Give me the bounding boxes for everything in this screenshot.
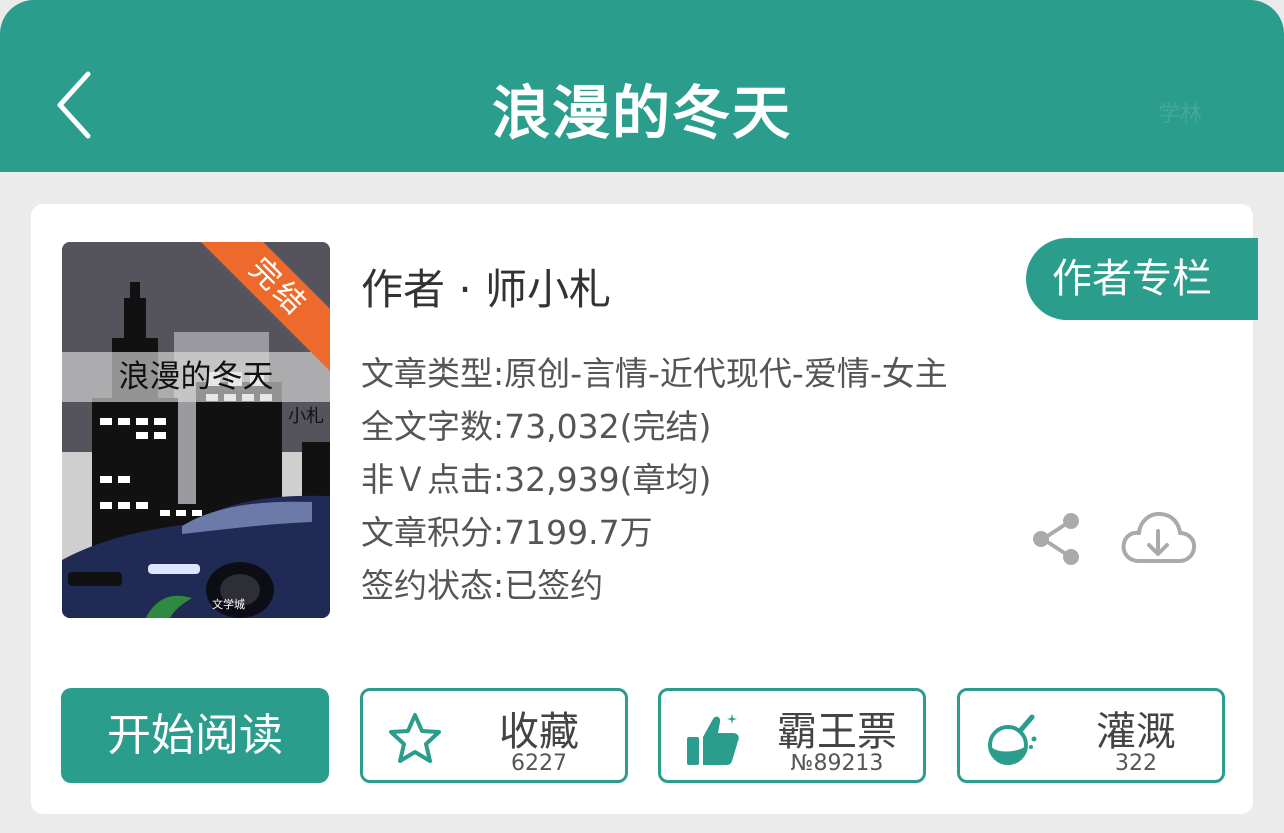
nutrient-count: 322 [1115,751,1157,776]
author-name[interactable]: 作者 · 师小札 [361,256,611,317]
flask-icon [988,714,1037,765]
favorite-button[interactable]: 收藏 6227 [360,688,628,783]
ticket-button[interactable]: 霸王票 №89213 [658,688,926,783]
cover-watermark: 文学城 [212,598,245,611]
nutrient-label: 灌溉 [1096,709,1176,755]
book-cover[interactable]: 浪漫的冬天 小札 完结 文学城 [62,242,330,618]
cover-author: 小札 [288,406,324,427]
favorite-label: 收藏 [499,709,579,755]
cloud-download-icon[interactable] [1119,507,1197,569]
faint-header-label: 学林 [1158,102,1203,127]
cover-title: 浪漫的冬天 [62,352,330,402]
info-score: 文章积分:7199.7万 [361,513,653,552]
star-icon [389,713,441,763]
info-type: 文章类型:原创-言情-近代现代-爱情-女主 [361,354,948,393]
start-reading-button[interactable]: 开始阅读 [61,688,329,783]
thumbs-up-icon [687,714,739,765]
author-column-button[interactable]: 作者专栏 [1026,238,1258,320]
nutrient-button[interactable]: 灌溉 322 [957,688,1225,783]
page-title: 浪漫的冬天 [491,79,792,147]
info-sign-status: 签约状态:已签约 [361,566,604,605]
info-clicks: 非Ｖ点击:32,939(章均) [361,460,712,499]
share-icon[interactable] [1031,512,1083,566]
ticket-label: 霸王票 [777,709,897,755]
favorite-count: 6227 [511,751,567,776]
ticket-count: №89213 [790,751,884,776]
book-info-list: 文章类型:原创-言情-近代现代-爱情-女主 全文字数:73,032(完结) 非Ｖ… [361,352,948,617]
book-info-card: 浪漫的冬天 小札 完结 文学城 作者 · 师小札 作者专栏 文章类型:原创-言情… [31,204,1258,814]
info-word-count: 全文字数:73,032(完结) [361,407,712,446]
app-header: 浪漫的冬天 学林 [0,0,1284,172]
